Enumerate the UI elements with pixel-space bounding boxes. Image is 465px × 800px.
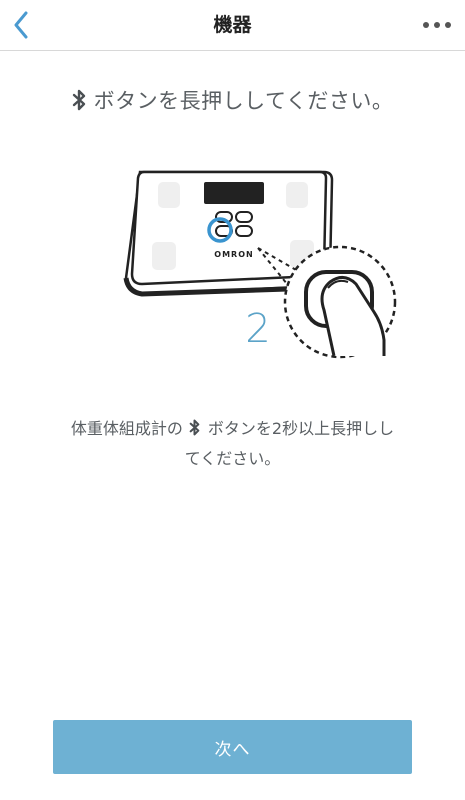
instruction-heading: ボタンを長押ししてください。	[0, 82, 465, 118]
bluetooth-icon	[189, 419, 200, 436]
bluetooth-icon	[72, 89, 85, 111]
next-button[interactable]: 次へ	[53, 720, 412, 774]
more-horizontal-icon	[423, 22, 429, 28]
nav-bar: 機器	[0, 0, 465, 51]
more-dot	[434, 22, 440, 28]
description-part3: てください。	[184, 449, 281, 468]
page-title: 機器	[213, 14, 252, 36]
more-button[interactable]	[417, 10, 457, 40]
description-part1: 体重体組成計の	[70, 419, 183, 438]
instruction-text: ボタンを長押ししてください。	[93, 89, 394, 113]
step-number: 2	[245, 306, 271, 352]
more-dot	[445, 22, 451, 28]
next-button-label: 次へ	[214, 739, 251, 760]
description-text: 体重体組成計の ボタンを2秒以上長押しし てください。	[40, 414, 425, 474]
description-part2: ボタンを2秒以上長押しし	[207, 419, 395, 438]
brand-label: OMRON	[214, 250, 253, 259]
device-pairing-screen: 機器 ボタンを長押ししてください。 OMRON 2 体重体組成計の ボタンを2秒…	[0, 0, 465, 800]
